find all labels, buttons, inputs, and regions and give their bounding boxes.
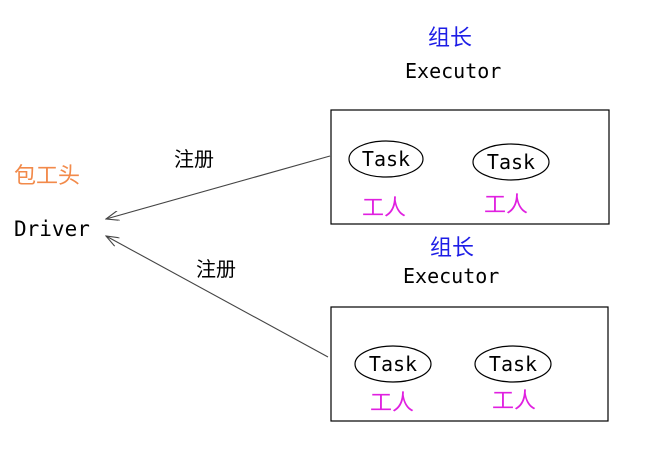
executor-role-label: 组长: [428, 26, 472, 51]
task-label: Task: [369, 352, 417, 376]
register-arrow-bottom: [106, 236, 329, 358]
register-label-bottom: 注册: [196, 257, 236, 281]
worker-label: 工人: [362, 196, 406, 221]
worker-label: 工人: [370, 391, 414, 416]
architecture-diagram: 包工头 Driver 注册 注册 组长 Executor Task 工人 Tas…: [14, 26, 610, 422]
executor-role-label: 组长: [430, 236, 474, 261]
executor-label: Executor: [405, 59, 501, 83]
executor-label: Executor: [403, 264, 499, 288]
executor-group-1: 组长 Executor Task 工人 Task 工人: [330, 26, 610, 225]
executor-group-2: 组长 Executor Task 工人 Task 工人: [330, 236, 609, 422]
driver-label: Driver: [14, 217, 90, 241]
driver-role-label: 包工头: [14, 164, 80, 189]
register-arrow-top: [106, 155, 331, 219]
task-label: Task: [362, 147, 410, 171]
task-label: Task: [487, 150, 535, 174]
worker-label: 工人: [492, 389, 536, 414]
task-label: Task: [489, 352, 537, 376]
register-label-top: 注册: [174, 147, 214, 171]
worker-label: 工人: [484, 193, 528, 218]
